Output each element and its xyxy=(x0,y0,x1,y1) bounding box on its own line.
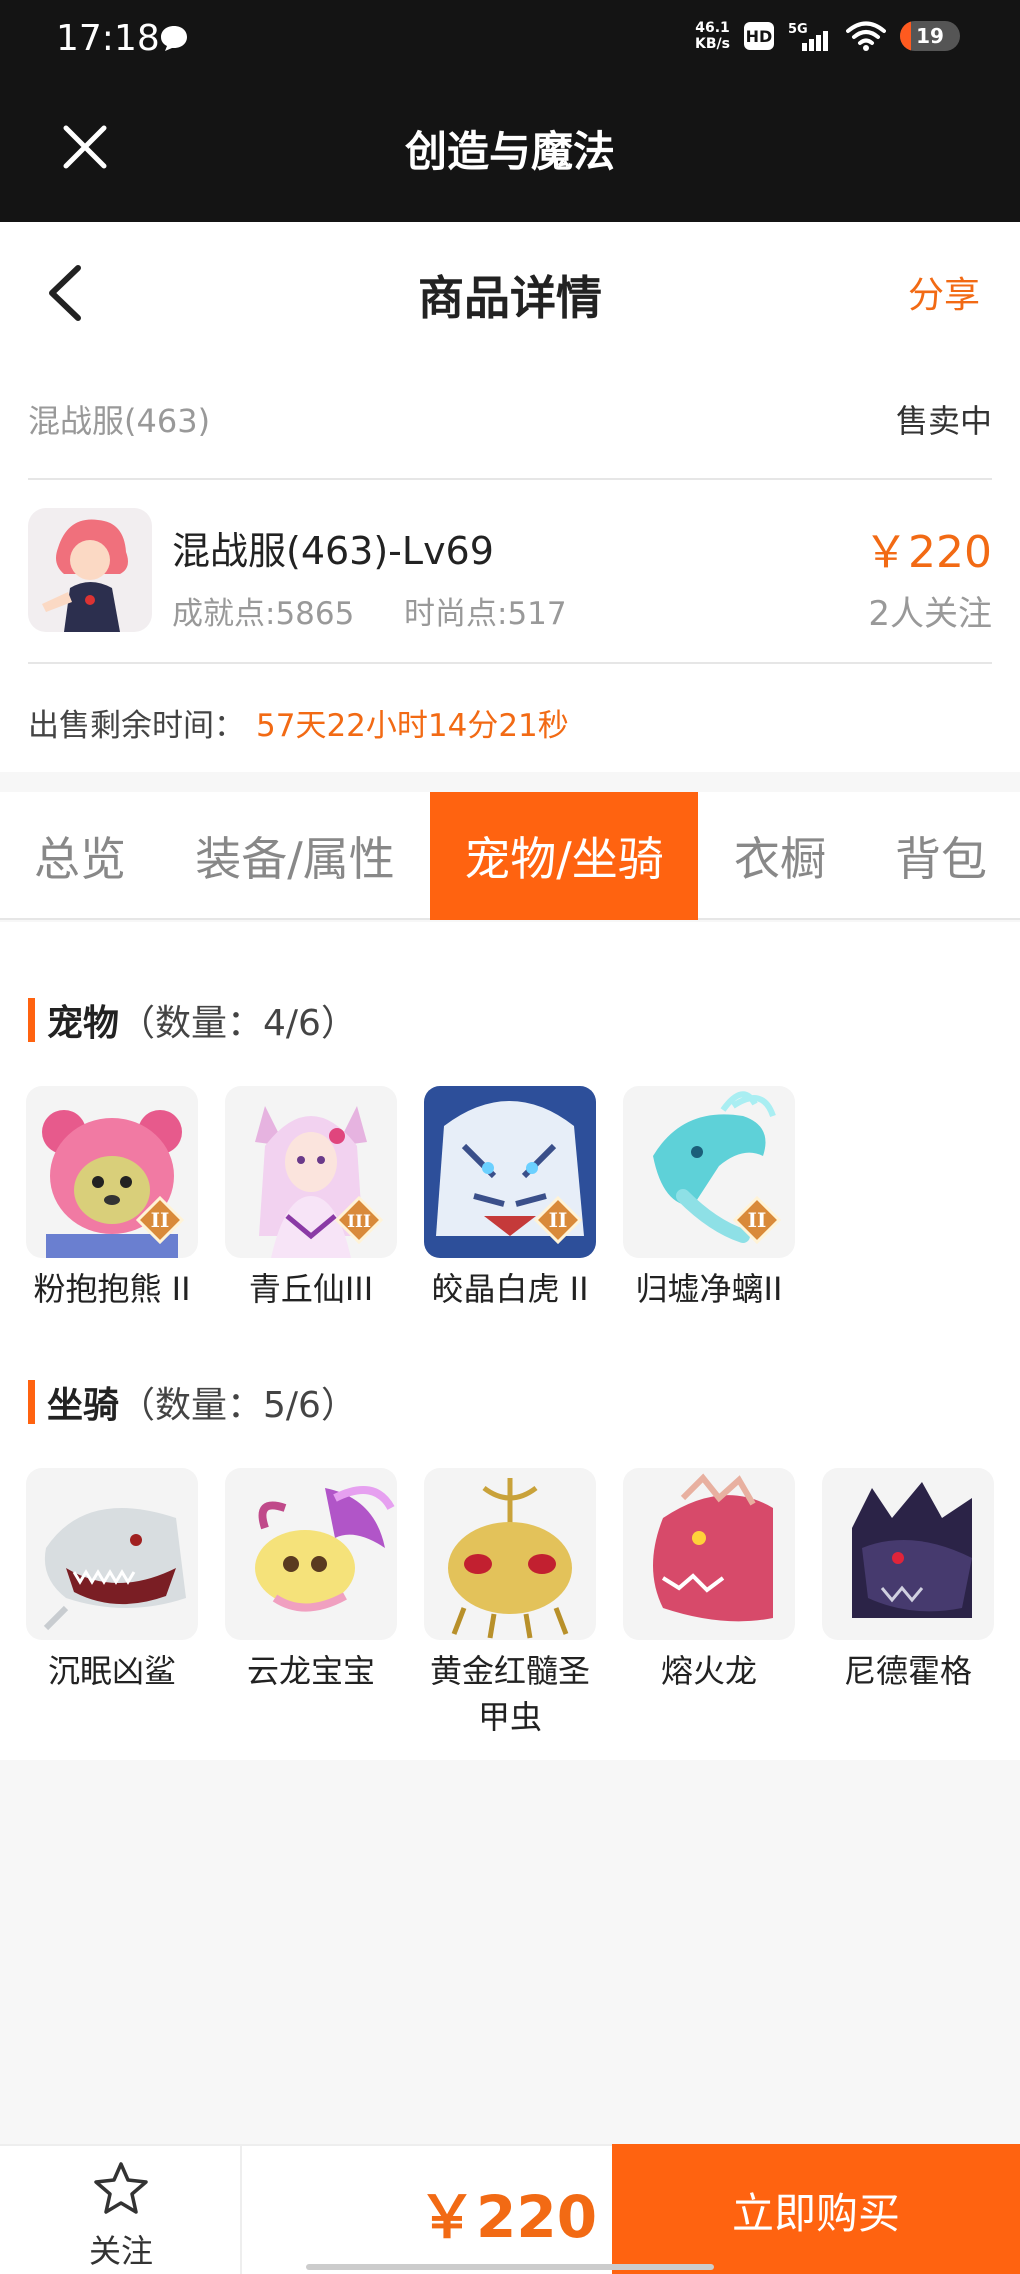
mount-item[interactable]: 沉眠凶鲨 xyxy=(26,1468,198,1694)
rank-badge-icon: II xyxy=(534,1196,582,1244)
mount-image xyxy=(822,1468,994,1640)
share-button[interactable]: 分享 xyxy=(908,266,980,318)
star-icon xyxy=(94,2162,148,2214)
tab-overview[interactable]: 总览 xyxy=(0,792,160,920)
rank-label: II xyxy=(748,1208,767,1232)
pet-image: II xyxy=(424,1086,596,1258)
page-title: 商品详情 xyxy=(418,271,602,325)
achievement-points: 成就点:5865 xyxy=(172,596,355,632)
tab-pets-mounts[interactable]: 宠物/坐骑 xyxy=(430,792,698,920)
status-time: 17:18 xyxy=(56,18,160,59)
pet-name: 归墟净螭II xyxy=(635,1270,783,1308)
mount-name: 云龙宝宝 xyxy=(246,1652,375,1690)
remaining-time-label: 出售剩余时间： xyxy=(28,708,245,744)
pet-item[interactable]: III 青丘仙III xyxy=(225,1086,397,1312)
mount-name: 熔火龙 xyxy=(660,1652,757,1690)
mount-image xyxy=(26,1468,198,1640)
mount-image xyxy=(225,1468,397,1640)
pet-name: 皎晶白虎 II xyxy=(431,1270,589,1308)
listing-header: 商品详情 分享 混战服(463) 售卖中 混战服(463)-Lv69 成就点:5… xyxy=(0,222,1020,772)
mount-name: 尼德霍格 xyxy=(843,1652,972,1690)
mounts-section-title: 坐骑 （数量：5/6） xyxy=(28,1376,357,1428)
wifi-icon xyxy=(846,21,886,51)
tab-equipment[interactable]: 装备/属性 xyxy=(160,792,430,920)
server-name: 混战服(463) xyxy=(28,402,211,440)
pet-image: III xyxy=(225,1086,397,1258)
pet-image: II xyxy=(623,1086,795,1258)
mount-image xyxy=(424,1468,596,1640)
app-title: 创造与魔法 xyxy=(404,127,615,176)
status-icons: 46.1 KB/s HD 5G 19 xyxy=(695,20,960,52)
signal-label: 5G xyxy=(788,22,808,37)
mount-name: 黄金红髓圣甲虫 xyxy=(429,1652,590,1736)
pets-count: （数量：4/6） xyxy=(119,1003,357,1044)
tab-wardrobe[interactable]: 衣橱 xyxy=(698,792,862,920)
character-avatar xyxy=(28,508,152,632)
buy-now-button[interactable]: 立即购买 xyxy=(612,2144,1020,2274)
mounts-count: （数量：5/6） xyxy=(119,1385,357,1426)
pets-section-title: 宠物 （数量：4/6） xyxy=(28,994,357,1046)
bottom-action-bar: 关注 ￥220 立即购买 xyxy=(0,2144,1020,2274)
section-marker xyxy=(28,998,35,1042)
chat-icon xyxy=(161,26,187,51)
pet-item[interactable]: II 归墟净螭II xyxy=(623,1086,795,1312)
mounts-title: 坐骑 xyxy=(47,1385,120,1426)
pet-image: II xyxy=(26,1086,198,1258)
rank-label: III xyxy=(347,1212,371,1232)
pet-item[interactable]: II 皎晶白虎 II xyxy=(424,1086,596,1312)
follower-count: 2人关注 xyxy=(868,594,992,634)
mount-image xyxy=(623,1468,795,1640)
signal-icon: 5G xyxy=(788,22,828,51)
character-name: 混战服(463)-Lv69 xyxy=(172,529,494,573)
pets-mounts-panel: 宠物 （数量：4/6） II 粉抱抱熊 II III 青丘仙III II 皎晶白… xyxy=(0,922,1020,1760)
pet-name: 青丘仙III xyxy=(248,1270,374,1308)
battery-percent: 19 xyxy=(916,24,944,48)
remaining-time-value: 57天22小时14分21秒 xyxy=(256,708,569,744)
fashion-points: 时尚点:517 xyxy=(404,596,567,632)
divider xyxy=(28,478,992,480)
mount-item[interactable]: 云龙宝宝 xyxy=(225,1468,397,1694)
hd-icon: HD xyxy=(744,22,774,50)
follow-label: 关注 xyxy=(88,2232,153,2270)
tab-backpack[interactable]: 背包 xyxy=(862,792,1020,920)
rank-badge-icon: II xyxy=(733,1196,781,1244)
net-speed-unit: KB/s xyxy=(695,36,730,52)
app-bar: 17:18 46.1 KB/s HD 5G 19 创造与魔法 xyxy=(0,0,1020,222)
rank-badge-icon: III xyxy=(335,1196,383,1244)
rank-badge-icon: II xyxy=(136,1196,184,1244)
divider xyxy=(28,662,992,664)
pet-item[interactable]: II 粉抱抱熊 II xyxy=(26,1086,198,1312)
bottom-price: ￥220 xyxy=(418,2183,598,2251)
mount-name: 沉眠凶鲨 xyxy=(47,1652,176,1690)
detail-tabs: 总览 装备/属性 宠物/坐骑 衣橱 背包 xyxy=(0,792,1020,920)
sale-status: 售卖中 xyxy=(895,402,992,440)
rank-label: II xyxy=(151,1208,170,1232)
mount-item[interactable]: 黄金红髓圣甲虫 xyxy=(424,1468,596,1740)
battery-icon: 19 xyxy=(900,21,960,51)
net-speed-value: 46.1 xyxy=(695,20,730,36)
mount-item[interactable]: 熔火龙 xyxy=(623,1468,795,1694)
battery-level xyxy=(900,21,912,51)
listing-price: ￥220 xyxy=(864,527,992,578)
follow-button[interactable]: 关注 xyxy=(0,2146,242,2274)
net-speed: 46.1 KB/s xyxy=(695,20,730,52)
pets-title: 宠物 xyxy=(47,1003,120,1044)
pet-name: 粉抱抱熊 II xyxy=(33,1270,191,1308)
mount-item[interactable]: 尼德霍格 xyxy=(822,1468,994,1694)
rank-label: II xyxy=(549,1208,568,1232)
section-marker xyxy=(28,1380,35,1424)
home-indicator[interactable] xyxy=(306,2264,714,2270)
